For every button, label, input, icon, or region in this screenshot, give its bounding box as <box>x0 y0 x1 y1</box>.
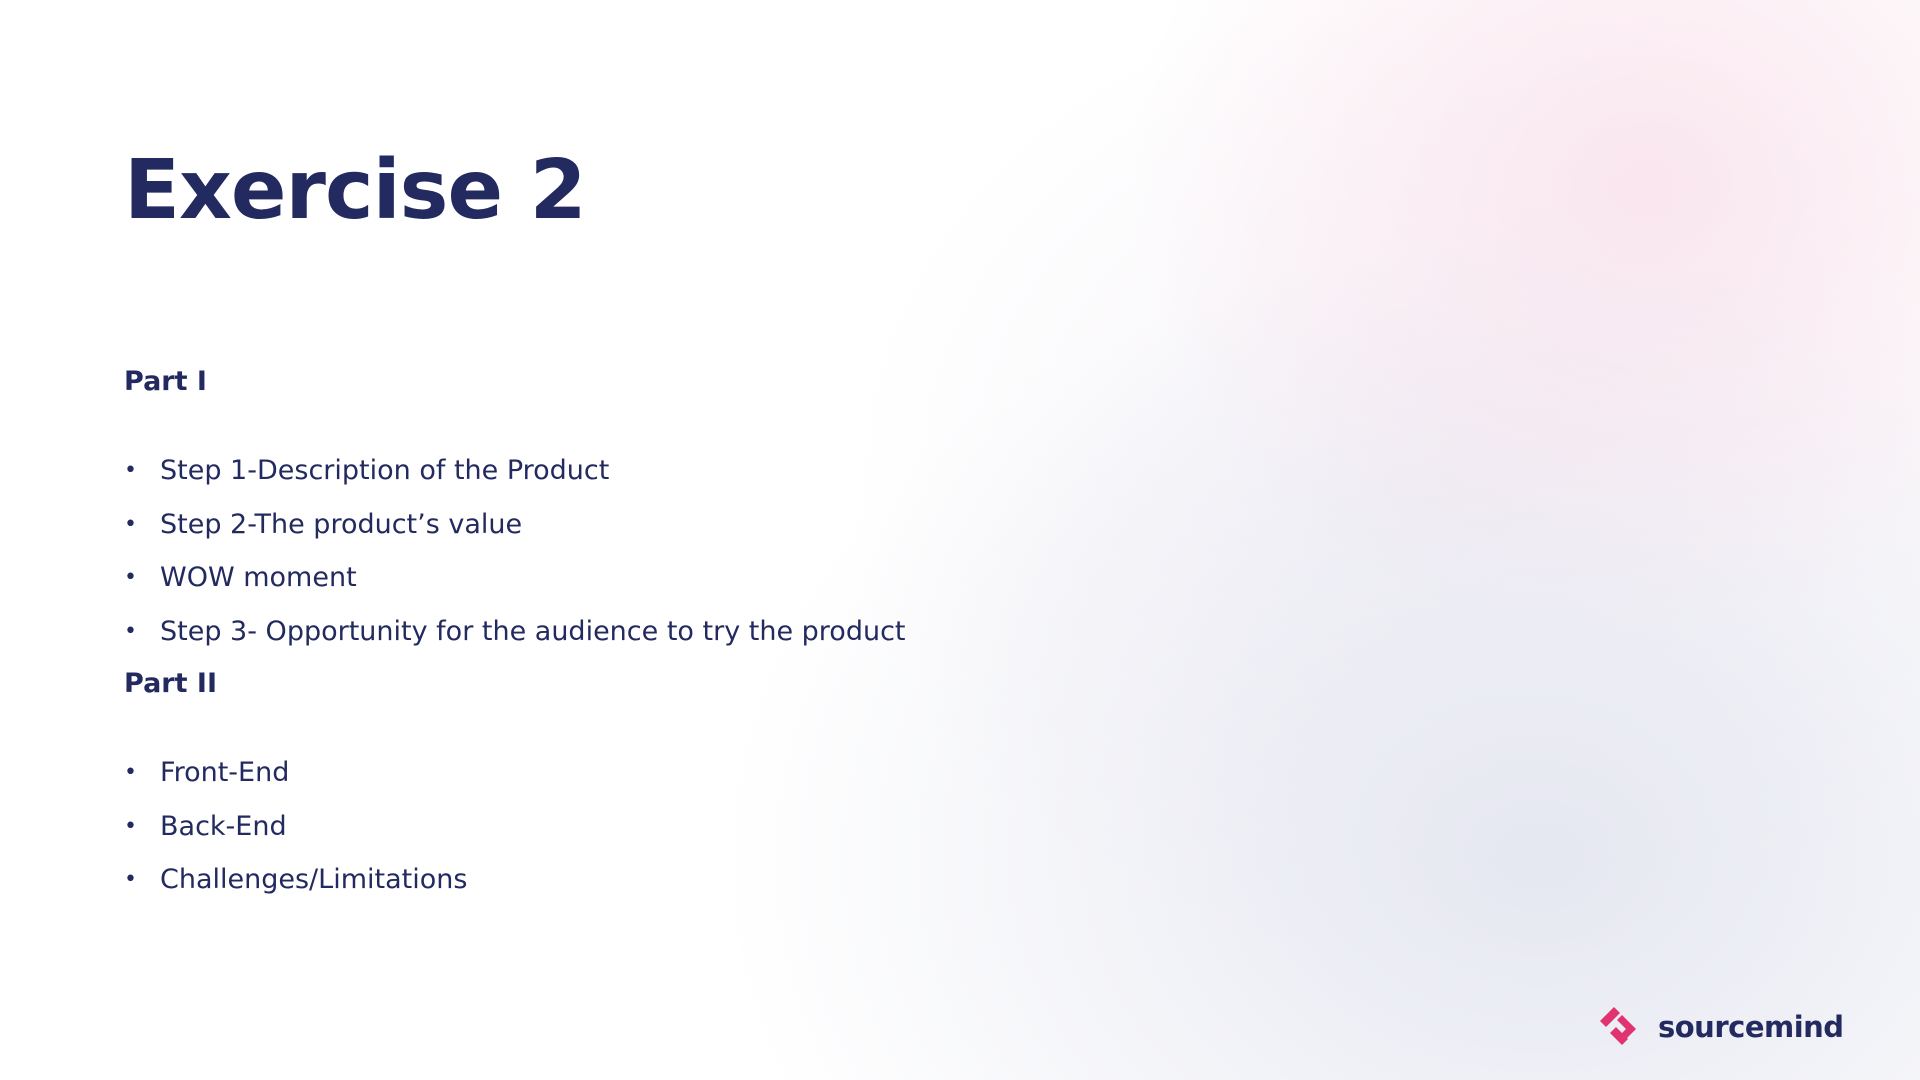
list-item: • Step 2-The product’s value <box>124 509 906 563</box>
logo-wordmark: sourcemind <box>1658 1010 1844 1044</box>
bullet-icon: • <box>124 511 137 537</box>
list-item-label: Front-End <box>160 757 290 788</box>
bullet-icon: • <box>124 760 137 785</box>
part-2-heading: Part II <box>124 668 217 699</box>
part-1-list: • Step 1-Description of the Product • St… <box>124 455 906 669</box>
bullet-icon: • <box>124 618 137 644</box>
list-item-label: Step 2-The product’s value <box>160 508 523 540</box>
list-item: • Challenges/Limitations <box>124 864 467 918</box>
sourcemind-chevron-logo-icon <box>1600 1007 1636 1045</box>
list-item: • Front-End <box>124 757 467 811</box>
list-item-label: Back-End <box>160 810 287 842</box>
list-item: • Step 3- Opportunity for the audience t… <box>124 616 906 670</box>
part-1-heading: Part I <box>124 366 207 397</box>
list-item-label: Step 3- Opportunity for the audience to … <box>160 615 906 647</box>
bullet-icon: • <box>124 813 137 839</box>
bullet-icon: • <box>124 565 137 590</box>
list-item: • WOW moment <box>124 562 906 616</box>
list-item-label: WOW moment <box>160 562 357 593</box>
part-2-list: • Front-End • Back-End • Challenges/Limi… <box>124 757 467 918</box>
slide-title: Exercise 2 <box>124 143 587 238</box>
list-item-label: Challenges/Limitations <box>160 864 468 895</box>
bullet-icon: • <box>124 867 137 892</box>
sourcemind-logo: sourcemind <box>1594 1003 1844 1051</box>
list-item: • Step 1-Description of the Product <box>124 455 906 509</box>
list-item: • Back-End <box>124 811 467 865</box>
bullet-icon: • <box>124 458 137 483</box>
list-item-label: Step 1-Description of the Product <box>160 455 610 486</box>
